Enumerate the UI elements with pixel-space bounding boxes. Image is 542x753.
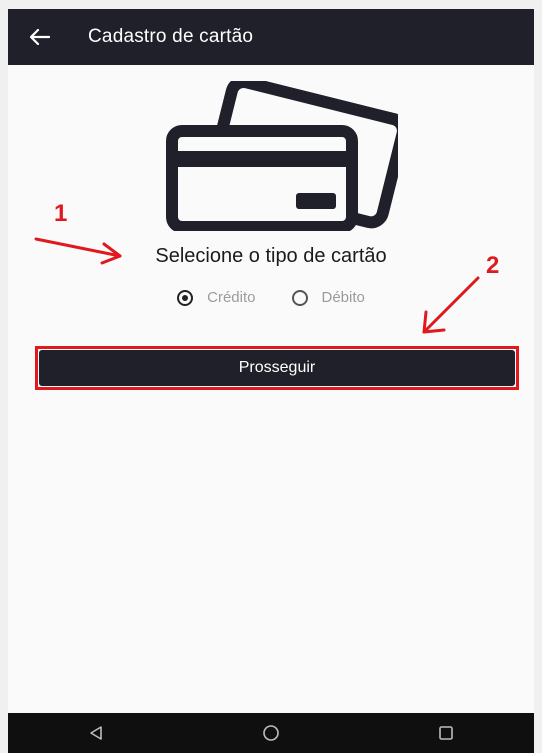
annotation-marker-1: 1 — [54, 200, 68, 227]
annotation-arrows — [34, 237, 480, 334]
annotation-arrow-2 — [422, 276, 480, 334]
annotation-marker-2: 2 — [486, 252, 500, 279]
